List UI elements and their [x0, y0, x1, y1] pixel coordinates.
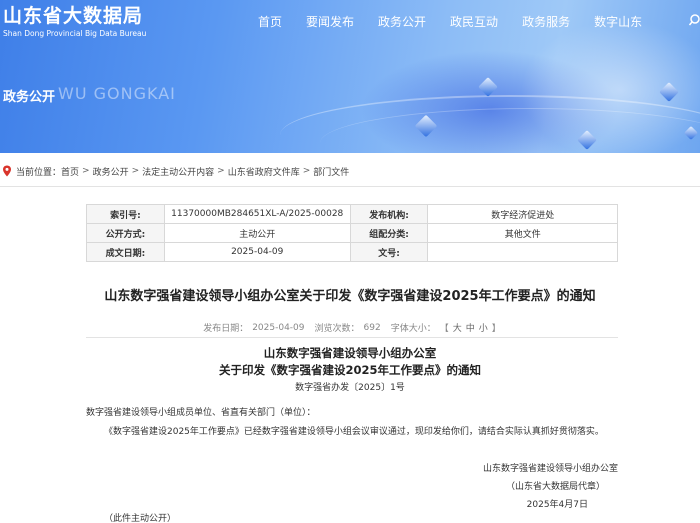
meta-key: 文号:	[349, 242, 429, 262]
meta-value: 2025-04-09	[163, 242, 351, 262]
header-banner: 山东省大数据局 Shan Dong Provincial Big Data Bu…	[0, 0, 700, 153]
nav-item-gov-affairs[interactable]: 政务公开	[378, 14, 426, 30]
nav-item-interaction[interactable]: 政民互动	[450, 14, 498, 30]
breadcrumb-item-gov-affairs[interactable]: 政务公开	[93, 165, 129, 178]
breadcrumb-separator: >	[82, 166, 90, 176]
font-size-label: 字体大小：	[390, 324, 436, 334]
site-logo[interactable]: 山东省大数据局 Shan Dong Provincial Big Data Bu…	[3, 4, 146, 39]
breadcrumb-separator: >	[217, 166, 225, 176]
font-size-bracket: 【	[439, 324, 449, 334]
table-row: 索引号: 11370000MB284651XL-A/2025-00028 发布机…	[86, 204, 618, 224]
document-paragraph: 《数字强省建设2025年工作要点》已经数字强省建设领导小组会议审议通过，现印发给…	[104, 427, 604, 437]
font-size-small-button[interactable]: 小	[479, 321, 488, 334]
nav-item-digital-shandong[interactable]: 数字山东	[594, 14, 642, 30]
nav-item-home[interactable]: 首页	[258, 14, 282, 30]
divider	[0, 186, 700, 187]
nav-item-news[interactable]: 要闻发布	[306, 14, 354, 30]
document-header-org: 山东数字强省建设领导小组办公室	[263, 346, 437, 360]
meta-key: 索引号:	[86, 204, 165, 224]
breadcrumb-separator: >	[302, 166, 311, 176]
document-footer-note: （此件主动公开）	[104, 514, 177, 523]
view-count-label: 浏览次数：	[314, 324, 360, 334]
signature-note: （山东省大数据局代章）	[505, 482, 605, 492]
logo-subtitle: Shan Dong Provincial Big Data Bureau	[3, 29, 147, 38]
breadcrumb-label: 当前位置：	[16, 167, 62, 178]
table-row: 公开方式: 主动公开 组配分类: 其他文件	[86, 223, 618, 243]
view-count: 692	[363, 322, 381, 333]
document-meta-table: 索引号: 11370000MB284651XL-A/2025-00028 发布机…	[86, 204, 618, 262]
font-size-medium-button[interactable]: 中	[466, 321, 475, 334]
main-nav: 首页 要闻发布 政务公开 政民互动 政务服务 数字山东	[258, 14, 642, 30]
font-size-large-button[interactable]: 大	[453, 321, 462, 334]
meta-value: 主动公开	[163, 223, 351, 243]
breadcrumb-item-home[interactable]: 首页	[61, 165, 79, 178]
meta-value: 11370000MB284651XL-A/2025-00028	[163, 204, 351, 224]
search-icon[interactable]	[688, 14, 700, 29]
meta-value: 其他文件	[427, 223, 618, 243]
meta-key: 发布机构:	[349, 204, 429, 224]
logo-title: 山东省大数据局	[3, 5, 144, 27]
section-title: 政务公开	[3, 90, 56, 105]
breadcrumb: 当前位置： 首页 > 政务公开 > 法定主动公开内容 > 山东省政府文件库 > …	[0, 163, 349, 179]
font-size-bracket: 】	[491, 324, 501, 334]
signature-org: 山东数字强省建设领导小组办公室	[482, 464, 618, 474]
breadcrumb-item-dept-docs[interactable]: 部门文件	[313, 165, 349, 178]
meta-value: 数字经济促进处	[427, 204, 618, 224]
breadcrumb-separator: >	[131, 166, 140, 176]
signature-date: 2025年4月7日	[526, 500, 588, 510]
publish-date: 2025-04-09	[252, 322, 305, 333]
page-title: 山东数字强省建设领导小组办公室关于印发《数字强省建设2025年工作要点》的通知	[104, 289, 596, 304]
breadcrumb-item-statutory[interactable]: 法定主动公开内容	[142, 165, 214, 178]
publish-date-label: 发布日期：	[203, 324, 249, 334]
document-header-title: 关于印发《数字强省建设2025年工作要点》的通知	[218, 363, 481, 377]
meta-value	[427, 242, 618, 262]
meta-key: 组配分类:	[349, 223, 429, 243]
breadcrumb-item-doc-library[interactable]: 山东省政府文件库	[228, 165, 300, 178]
section-title-en: WU GONGKAI	[58, 84, 176, 103]
meta-key: 公开方式:	[86, 223, 165, 243]
document-salutation: 数字强省建设领导小组成员单位、省直有关部门（单位）：	[86, 408, 316, 418]
article-info-bar: 发布日期： 2025-04-09 浏览次数： 692 字体大小： 【 大 中 小…	[86, 318, 618, 338]
location-pin-icon	[3, 165, 11, 177]
table-row: 成文日期: 2025-04-09 文号:	[86, 242, 618, 262]
nav-item-services[interactable]: 政务服务	[522, 14, 570, 30]
document-number: 数字强省办发〔2025〕1号	[295, 383, 405, 393]
meta-key: 成文日期:	[86, 242, 165, 262]
